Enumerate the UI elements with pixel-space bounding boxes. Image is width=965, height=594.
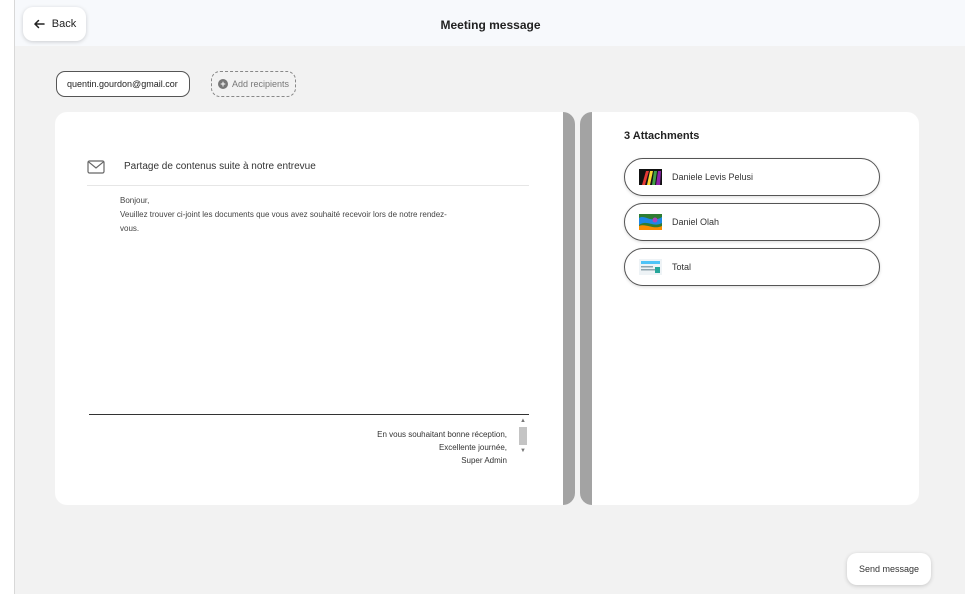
scroll-down-icon[interactable]: ▼ — [518, 447, 528, 455]
attachment-item[interactable]: Total — [624, 248, 880, 286]
page-title: Meeting message — [440, 18, 541, 32]
body-line: Bonjour, — [120, 196, 150, 205]
colorful-stripes-thumbnail-icon — [639, 169, 662, 185]
signature-line: Super Admin — [461, 456, 507, 465]
attachment-item[interactable]: Daniel Olah — [624, 203, 880, 241]
signature-block[interactable]: En vous souhaitant bonne réception, Exce… — [377, 428, 507, 466]
attachment-item[interactable]: Daniele Levis Pelusi — [624, 158, 880, 196]
attachments-title: 3 Attachments — [624, 130, 700, 142]
message-body[interactable]: Bonjour, Veuillez trouver ci-joint les d… — [120, 194, 505, 236]
abstract-paint-thumbnail-icon — [639, 214, 662, 230]
envelope-icon — [87, 160, 105, 174]
attachment-label: Daniel Olah — [672, 217, 720, 227]
scrollbar-thumb[interactable] — [519, 427, 527, 445]
recipient-chip[interactable]: quentin.gourdon@gmail.cor — [56, 71, 190, 97]
scroll-up-icon[interactable]: ▲ — [518, 417, 528, 425]
attachments-card: 3 Attachments Daniele Levis Pelusi Danie… — [580, 112, 919, 505]
signature-scrollbar[interactable]: ▲ ▼ — [518, 417, 528, 467]
add-recipients-label: Add recipients — [231, 79, 290, 89]
attachment-label: Total — [672, 262, 692, 272]
plus-circle-icon: + — [217, 79, 228, 89]
header-bar: Back Meeting message — [15, 0, 965, 46]
app-window: Back Meeting message quentin.gourdon@gma… — [14, 0, 965, 594]
card-divider-edge — [563, 112, 575, 505]
attachment-label: Daniele Levis Pelusi — [672, 172, 754, 182]
subject-row: Partage de contenus suite à notre entrev… — [87, 160, 529, 186]
message-editor-card: Partage de contenus suite à notre entrev… — [55, 112, 575, 505]
signature-line: Excellente journée, — [438, 443, 507, 452]
add-recipients-button[interactable]: + Add recipients — [211, 71, 296, 97]
body-line: vous. — [120, 224, 140, 233]
subject-field[interactable]: Partage de contenus suite à notre entrev… — [124, 161, 316, 172]
signature-divider — [89, 414, 529, 415]
card-divider-edge — [580, 112, 592, 505]
document-thumbnail-icon — [639, 259, 662, 275]
body-line: Veuillez trouver ci-joint les documents … — [120, 210, 447, 219]
send-message-button[interactable]: Send message — [847, 553, 931, 585]
signature-line: En vous souhaitant bonne réception, — [377, 430, 507, 439]
